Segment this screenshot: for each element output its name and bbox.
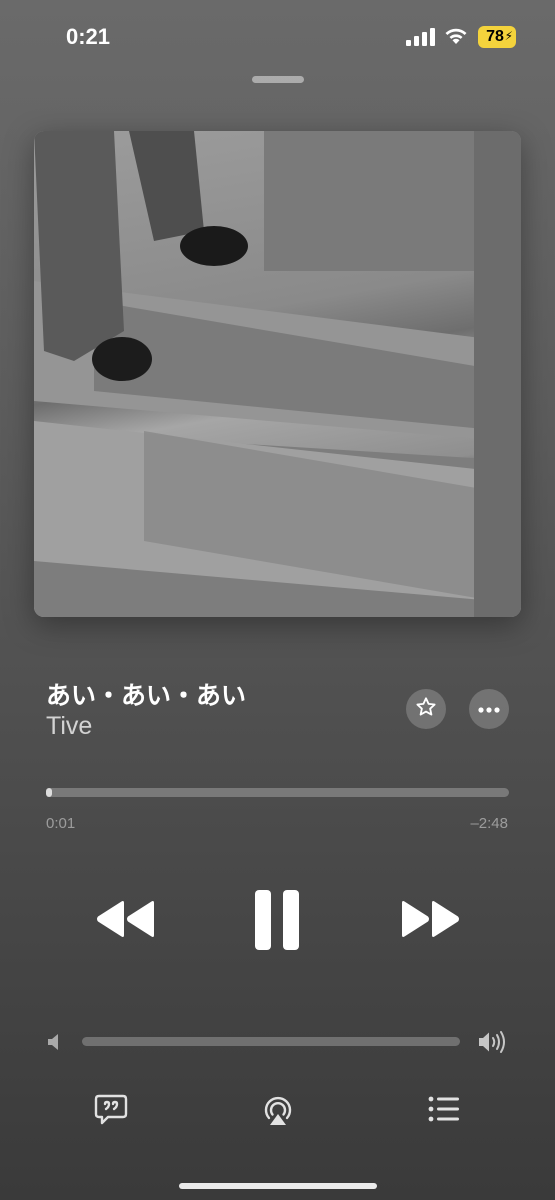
song-title: あい・あい・あい [46, 682, 247, 710]
status-bar: 0:21 78 ⚡ [0, 0, 555, 70]
status-time: 0:21 [66, 24, 111, 49]
pause-icon [255, 890, 300, 954]
elapsed-time: 0:01 [46, 815, 76, 832]
remaining-time: –2:48 [470, 815, 508, 832]
pause-button[interactable] [255, 890, 300, 955]
queue-icon [428, 1096, 460, 1126]
rewind-button[interactable] [96, 900, 156, 943]
lyrics-button[interactable] [94, 1094, 128, 1131]
fast-forward-button[interactable] [400, 900, 460, 943]
cellular-signal-icon [406, 28, 436, 51]
more-options-button[interactable] [469, 689, 509, 729]
favorite-button[interactable] [406, 689, 446, 729]
artist-name[interactable]: Tive [46, 712, 92, 741]
battery-charging-icon: 78 ⚡ [478, 26, 516, 48]
queue-button[interactable] [428, 1096, 460, 1127]
more-icon [478, 700, 500, 718]
playback-progress-fill [46, 788, 52, 797]
lyrics-icon [94, 1094, 128, 1130]
airplay-icon [261, 1096, 295, 1132]
volume-slider[interactable] [82, 1037, 460, 1046]
star-icon [415, 696, 437, 723]
battery-level: 78 [486, 28, 504, 45]
sheet-grabber[interactable] [252, 76, 304, 83]
bolt-icon: ⚡ [504, 29, 513, 43]
album-artwork [34, 131, 521, 617]
fast-forward-icon [400, 901, 460, 942]
wifi-icon [444, 26, 468, 51]
volume-low-icon [47, 1032, 63, 1057]
airplay-button[interactable] [261, 1094, 295, 1133]
playback-scrubber[interactable] [46, 788, 509, 797]
rewind-icon [96, 901, 156, 942]
home-indicator[interactable] [179, 1183, 377, 1189]
volume-high-icon [478, 1029, 508, 1060]
